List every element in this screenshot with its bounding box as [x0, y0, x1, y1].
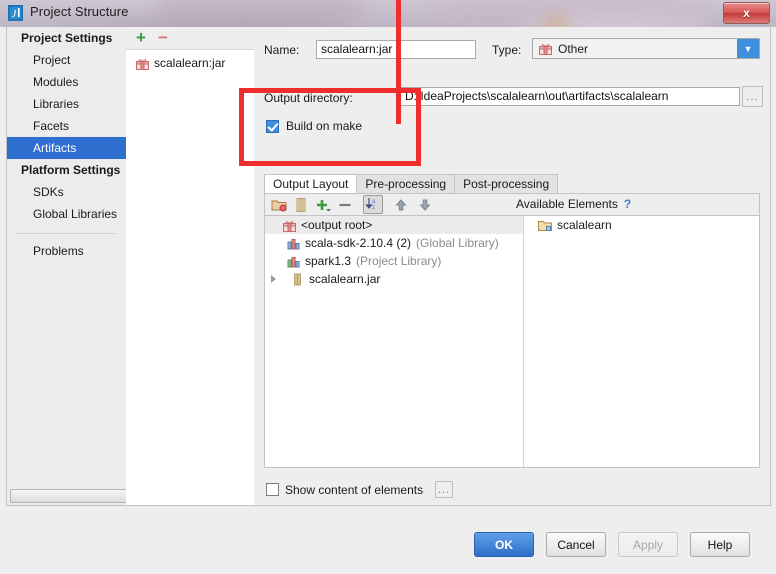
dialog-content: Project Settings Project Modules Librari… [0, 27, 776, 574]
ok-button[interactable]: OK [474, 532, 534, 557]
sidebar-header-project-settings: Project Settings [21, 31, 113, 45]
project-structure-dialog: J Project Structure x Project Settings P… [0, 0, 776, 574]
tree-row[interactable]: scalalearn.jar [265, 270, 523, 288]
name-row: Name: [264, 43, 299, 57]
desktop-blur-blob [60, 20, 360, 27]
intellij-idea-icon: J [8, 5, 23, 21]
artifact-list-items: scalalearn:jar [126, 50, 254, 72]
sidebar-item-libraries[interactable]: Libraries [7, 93, 126, 115]
close-icon[interactable]: x [723, 2, 770, 24]
type-label: Type: [492, 43, 522, 57]
artifact-list-toolbar: + − [126, 27, 254, 50]
show-content-label: Show content of elements [285, 482, 424, 497]
move-up-icon[interactable] [393, 197, 409, 213]
window-title: Project Structure [30, 4, 129, 19]
window-titlebar: J Project Structure x [0, 0, 776, 27]
elements-panels: <output root> scala-sdk-2.10.4 (2) (Glob… [264, 215, 760, 468]
dialog-footer: OK Cancel Apply Help [0, 512, 776, 574]
chevron-right-icon[interactable] [271, 275, 276, 283]
sidebar-header-platform-settings: Platform Settings [21, 163, 121, 177]
output-directory-input[interactable] [400, 87, 740, 106]
available-elements-header: Available Elements ? [512, 193, 770, 215]
sidebar-divider [17, 233, 116, 234]
sidebar-item-artifacts[interactable]: Artifacts [7, 137, 126, 159]
dialog-inner: Project Settings Project Modules Librari… [6, 27, 771, 512]
artifact-icon [539, 42, 552, 55]
editor-tabs: Output Layout Pre-processing Post-proces… [264, 173, 559, 193]
build-on-make-row[interactable]: Build on make [266, 119, 362, 133]
browse-directory-button[interactable]: ... [742, 86, 763, 107]
sidebar-item-modules[interactable]: Modules [7, 71, 126, 93]
sidebar-item-facets[interactable]: Facets [7, 115, 126, 137]
tree-row[interactable]: <output root> [265, 216, 523, 234]
tree-row[interactable]: spark1.3 (Project Library) [265, 252, 523, 270]
tab-post-processing[interactable]: Post-processing [454, 174, 559, 193]
add-archive-icon[interactable] [293, 197, 309, 213]
sidebar-horizontal-scrollbar[interactable] [10, 489, 126, 503]
tree-row[interactable]: scala-sdk-2.10.4 (2) (Global Library) [265, 234, 523, 252]
move-down-icon[interactable] [417, 197, 433, 213]
help-button[interactable]: Help [690, 532, 750, 557]
tree-node-suffix: (Project Library) [356, 254, 442, 268]
help-icon[interactable]: ? [624, 197, 631, 211]
available-elements-title: Available Elements [516, 197, 618, 211]
tree-node-label: scalalearn.jar [309, 272, 381, 286]
artifact-list-panel: + − scalalearn:jar [126, 27, 255, 506]
sidebar-item-problems[interactable]: Problems [7, 240, 126, 262]
settings-sidebar: Project Settings Project Modules Librari… [6, 27, 127, 506]
type-combobox-value-wrap: Other [533, 42, 737, 56]
remove-artifact-icon[interactable]: − [158, 29, 168, 46]
scrollbar-thumb[interactable] [10, 489, 126, 503]
type-combobox-value: Other [558, 41, 589, 56]
archive-icon [291, 273, 304, 286]
artifact-editor-panel: Name: Type: [254, 27, 771, 506]
type-row: Type: [492, 43, 521, 57]
tree-node-suffix: (Global Library) [416, 236, 499, 250]
add-copy-icon[interactable] [315, 197, 331, 213]
tree-node-label: scalalearn [557, 218, 612, 232]
chevron-down-icon[interactable]: ▼ [737, 39, 759, 58]
cancel-button[interactable]: Cancel [546, 532, 606, 557]
type-combobox[interactable]: Other ▼ [532, 38, 760, 59]
name-input[interactable] [316, 40, 476, 59]
sidebar-item-project[interactable]: Project [7, 49, 126, 71]
add-artifact-icon[interactable]: + [136, 29, 146, 46]
tree-row[interactable]: scalalearn [524, 216, 759, 234]
sidebar-item-global-libraries[interactable]: Global Libraries [7, 203, 126, 225]
library-icon [287, 255, 300, 268]
add-directory-icon[interactable] [271, 197, 287, 213]
show-content-row[interactable]: Show content of elements ... [266, 481, 454, 498]
tree-node-label: <output root> [301, 218, 373, 232]
desktop-blur-blob [545, 18, 567, 27]
build-on-make-checkbox[interactable] [266, 119, 279, 133]
svg-text:z: z [372, 205, 375, 211]
show-content-more-button[interactable]: ... [435, 481, 454, 498]
available-elements-tree[interactable]: scalalearn [524, 216, 759, 467]
tree-node-label: scala-sdk-2.10.4 (2) [305, 236, 412, 250]
apply-button: Apply [618, 532, 678, 557]
sidebar-item-sdks[interactable]: SDKs [7, 181, 126, 203]
show-content-checkbox[interactable] [266, 483, 279, 496]
artifact-icon [283, 219, 296, 232]
tree-node-label: spark1.3 [305, 254, 352, 268]
list-item[interactable]: scalalearn:jar [126, 54, 254, 72]
output-layout-tree[interactable]: <output root> scala-sdk-2.10.4 (2) (Glob… [265, 216, 524, 467]
build-on-make-label: Build on make [286, 119, 363, 133]
output-directory-label: Output directory: [264, 91, 353, 105]
tab-output-layout[interactable]: Output Layout [264, 174, 358, 193]
output-directory-row: Output directory: [264, 91, 353, 105]
artifact-icon [136, 57, 149, 70]
library-icon [287, 237, 300, 250]
remove-icon[interactable] [337, 197, 353, 213]
artifact-name: scalalearn:jar [154, 56, 226, 70]
sort-icon[interactable]: a z [363, 195, 383, 214]
folder-icon [538, 219, 552, 232]
name-label: Name: [264, 43, 300, 57]
tab-pre-processing[interactable]: Pre-processing [356, 174, 456, 193]
